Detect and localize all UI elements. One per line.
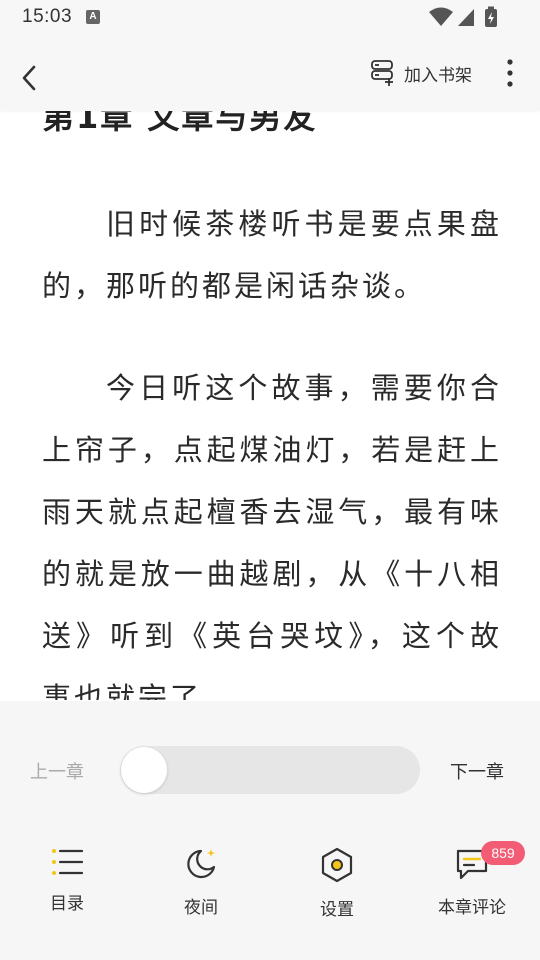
add-to-bookshelf-label: 加入书架: [404, 65, 472, 86]
moon-icon: [187, 849, 216, 879]
cell-signal-icon: [458, 9, 474, 26]
tab-label: 设置: [320, 900, 354, 920]
reader-control-panel: 上一章 下一章 目录 夜间 设置 859 本章评论: [0, 701, 540, 960]
next-chapter-button[interactable]: 下一章: [450, 758, 504, 784]
tab-label: 夜间: [184, 898, 218, 918]
tab-night-mode[interactable]: 夜间: [151, 847, 251, 927]
add-to-bookshelf-button[interactable]: 加入书架: [370, 58, 472, 88]
wifi-icon: [429, 7, 453, 26]
more-vertical-icon[interactable]: [500, 58, 520, 88]
status-time: 15:03: [22, 6, 73, 27]
comment-count-badge: 859: [481, 841, 525, 865]
settings-hexagon-icon: [321, 847, 353, 883]
tab-table-of-contents[interactable]: 目录: [17, 847, 117, 927]
reading-content[interactable]: 第1章 文章与男友 旧时候茶楼听书是要点果盘的，那听的都是闲话杂谈。 今日听这个…: [0, 80, 540, 700]
paragraph: 旧时候茶楼听书是要点果盘的，那听的都是闲话杂谈。: [42, 207, 502, 303]
prev-chapter-button[interactable]: 上一章: [30, 758, 84, 784]
list-icon: [52, 849, 84, 875]
a-icon: A: [86, 10, 100, 24]
status-bar: 15:03 A: [0, 0, 540, 34]
paragraph: 今日听这个故事，需要你合上帘子，点起煤油灯，若是赶上雨天就点起檀香去湿气，最有味…: [42, 371, 502, 700]
battery-charging-icon: [485, 6, 497, 27]
tab-label: 本章评论: [438, 898, 506, 918]
chapter-progress-slider[interactable]: [120, 746, 420, 794]
reader-header: 加入书架: [0, 34, 540, 111]
slider-thumb[interactable]: [121, 747, 167, 793]
tab-settings[interactable]: 设置: [287, 847, 387, 927]
tab-label: 目录: [50, 894, 84, 914]
chevron-left-icon[interactable]: [16, 62, 44, 94]
bookshelf-add-icon: [371, 60, 393, 86]
tab-chapter-comments[interactable]: 859 本章评论: [422, 841, 525, 927]
